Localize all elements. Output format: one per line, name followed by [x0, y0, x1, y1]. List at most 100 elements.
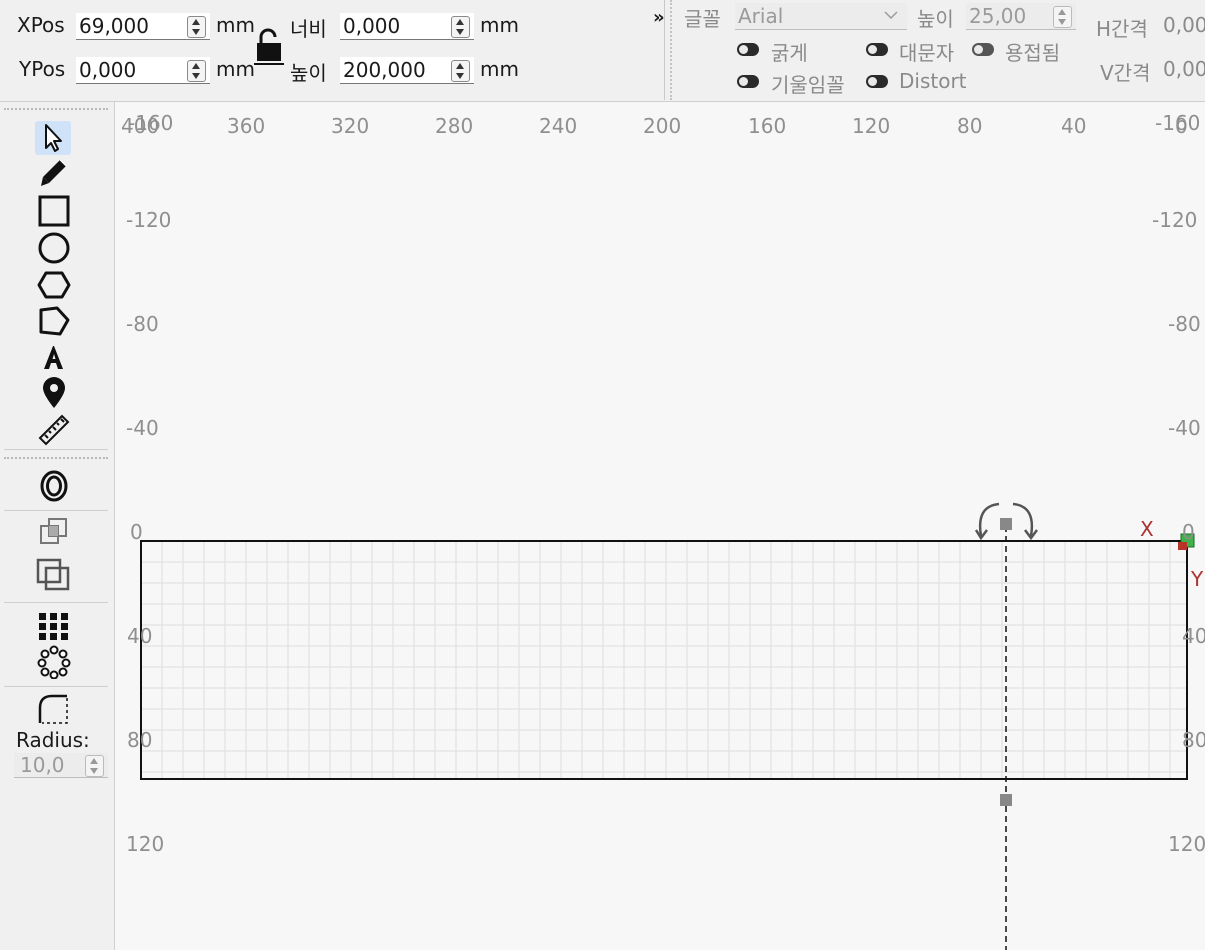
- text-icon: [44, 346, 63, 369]
- position-toolbar: XPos 69,000 mm YPos 0,000 mm 너비 0,000 mm…: [0, 0, 1205, 102]
- scale-handle[interactable]: [1000, 794, 1012, 806]
- ruler-left-label: 0: [130, 520, 143, 544]
- boolean-union-icon: [40, 518, 67, 544]
- ruler-top-label: 400: [121, 114, 160, 138]
- ruler-left-label: 40: [127, 624, 153, 648]
- ruler-top-label: 320: [331, 114, 370, 138]
- distort-label: Distort: [899, 69, 967, 93]
- welded-toggle[interactable]: [972, 43, 994, 56]
- select-tool-button[interactable]: [35, 121, 71, 155]
- unlock-icon[interactable]: [254, 28, 284, 72]
- rotate-left-icon[interactable]: [978, 502, 1000, 537]
- ypos-unit: mm: [216, 57, 255, 81]
- measure-icon: [38, 414, 70, 446]
- ruler-top-label: 40: [1061, 114, 1087, 138]
- toolbar-expand-button[interactable]: »: [653, 7, 665, 28]
- font-label: 글꼴: [684, 7, 721, 31]
- corner-radius-icon: [38, 694, 68, 724]
- circular-array-button[interactable]: [35, 645, 71, 679]
- tool-panel: Radius: 10,0: [0, 102, 115, 950]
- boolean-subtract-button[interactable]: [35, 557, 71, 591]
- bed-grid: [141, 541, 1187, 779]
- ruler-top-label: 120: [852, 114, 891, 138]
- ruler-left-label: -40: [126, 416, 159, 440]
- rectangle-tool-button[interactable]: [35, 194, 71, 228]
- xpos-input[interactable]: 69,000: [76, 13, 210, 40]
- italic-toggle[interactable]: [737, 75, 759, 88]
- font-value: Arial: [738, 4, 784, 28]
- text-height-input[interactable]: 25,00: [966, 3, 1076, 30]
- width-unit: mm: [480, 13, 519, 37]
- text-height-spinner[interactable]: [1053, 6, 1072, 28]
- radius-spinner[interactable]: [85, 755, 104, 777]
- boolean-union-button[interactable]: [35, 516, 71, 550]
- position-laser-tool-button[interactable]: [35, 376, 71, 410]
- ruler-right-label: 120: [1168, 832, 1205, 856]
- radius-label: Radius:: [16, 728, 90, 752]
- pentagon-icon: [39, 306, 70, 336]
- ruler-right-label: 40: [1182, 624, 1205, 648]
- offset-icon: [40, 470, 68, 502]
- height-spinner[interactable]: [451, 60, 470, 82]
- vspace-label: V간격: [1100, 61, 1151, 85]
- toolbar-grip[interactable]: [670, 0, 672, 100]
- ruler-top-label: 80: [957, 114, 983, 138]
- ruler-left-label: 120: [126, 832, 165, 856]
- measure-tool-button[interactable]: [35, 413, 71, 447]
- font-select[interactable]: Arial: [735, 3, 907, 30]
- workspace-canvas[interactable]: X Y -160 -160 400 360 320 280 240 200 160 120 80…: [115, 102, 1205, 950]
- panel-grip: [4, 108, 108, 110]
- draw-lines-tool-button[interactable]: [35, 157, 71, 191]
- polygon-tool-button[interactable]: [35, 268, 71, 302]
- text-tool-button[interactable]: [35, 341, 71, 375]
- vspace-value[interactable]: 0,00: [1163, 57, 1205, 81]
- boolean-subtract-icon: [36, 558, 70, 591]
- radius-value: 10,0: [20, 753, 65, 777]
- uppercase-toggle[interactable]: [866, 43, 888, 56]
- canvas-drawing[interactable]: [115, 102, 1205, 950]
- circular-array-icon: [37, 645, 71, 679]
- position-pin-icon: [43, 377, 65, 408]
- width-label: 너비: [290, 17, 327, 41]
- width-spinner[interactable]: [451, 16, 470, 38]
- ruler-left-label: -80: [126, 312, 159, 336]
- ruler-right-label: 0: [1182, 520, 1195, 544]
- hspace-value[interactable]: 0,00: [1163, 13, 1205, 37]
- ruler-left-label: 80: [127, 728, 153, 752]
- height-input[interactable]: 200,000: [340, 57, 474, 84]
- width-input[interactable]: 0,000: [340, 13, 474, 40]
- grid-array-icon: [39, 613, 68, 640]
- ypos-spinner[interactable]: [187, 60, 206, 82]
- panel-grip: [4, 457, 108, 459]
- xpos-unit: mm: [216, 13, 255, 37]
- welded-label: 용접됨: [1005, 41, 1061, 65]
- toolbar-divider: [664, 0, 665, 100]
- bold-toggle[interactable]: [737, 43, 759, 56]
- xpos-spinner[interactable]: [187, 16, 206, 38]
- corner-radius-button[interactable]: [35, 692, 71, 726]
- height-unit: mm: [480, 57, 519, 81]
- rotate-right-icon[interactable]: [1012, 502, 1034, 537]
- height-value: 200,000: [343, 58, 426, 82]
- move-handle[interactable]: [1000, 518, 1012, 530]
- axis-y-label: Y: [1191, 567, 1204, 591]
- ruler-right-label: 80: [1182, 728, 1205, 752]
- radius-input[interactable]: 10,0: [14, 753, 108, 778]
- ruler-top-label: 280: [435, 114, 474, 138]
- select-icon: [45, 124, 62, 152]
- grid-array-button[interactable]: [35, 609, 71, 643]
- ellipse-tool-button[interactable]: [35, 231, 71, 265]
- ypos-value: 0,000: [79, 58, 137, 82]
- pencil-icon: [41, 159, 67, 186]
- ellipse-icon: [38, 232, 70, 264]
- offset-shapes-button[interactable]: [35, 469, 71, 503]
- xpos-label: XPos: [17, 13, 65, 37]
- ruler-top-label: 360: [227, 114, 266, 138]
- uppercase-label: 대문자: [899, 41, 955, 65]
- hspace-label: H간격: [1096, 17, 1148, 41]
- rectangle-icon: [38, 195, 70, 227]
- ruler-right-label: -40: [1168, 416, 1201, 440]
- distort-toggle[interactable]: [866, 75, 888, 88]
- ypos-input[interactable]: 0,000: [76, 57, 210, 84]
- shape-tool-button[interactable]: [35, 304, 71, 338]
